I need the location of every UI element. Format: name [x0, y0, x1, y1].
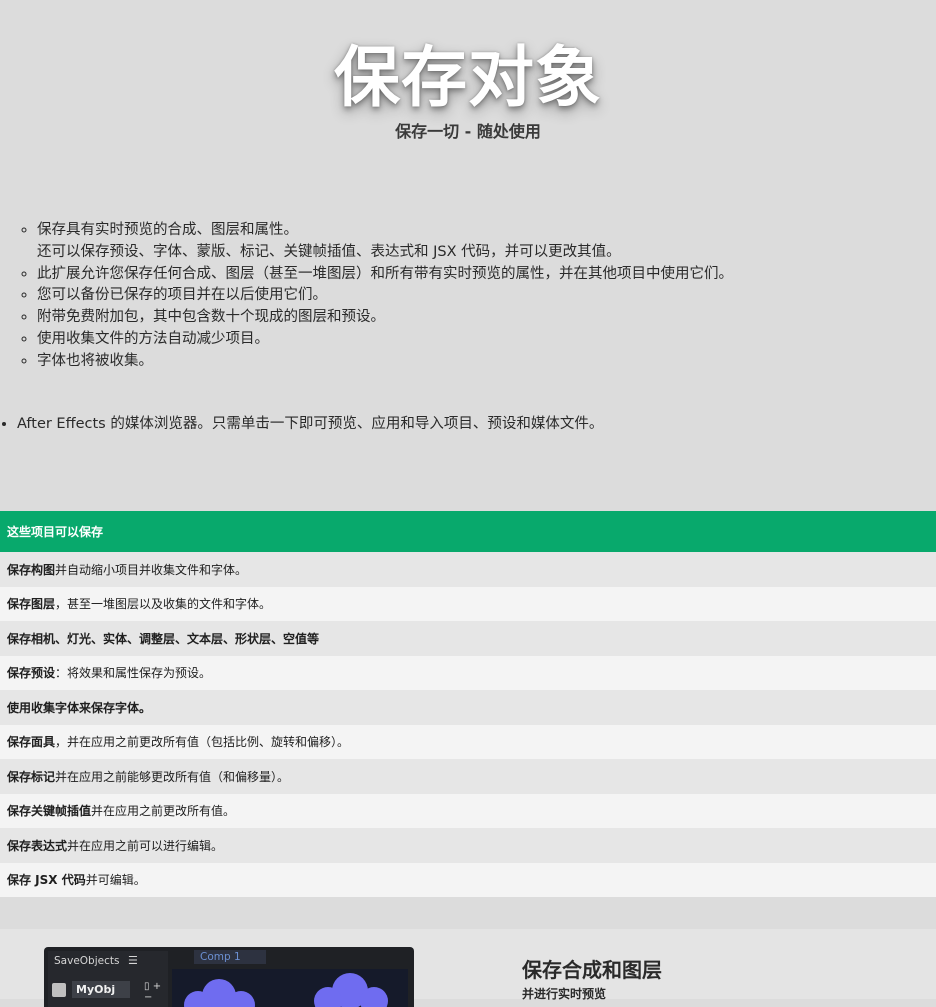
row-text: 并在应用之前能够更改所有值（和偏移量）。 [55, 769, 290, 784]
row-label: 使用收集字体来保存字体。 [7, 700, 152, 715]
row-text: 并在应用之前更改所有值。 [91, 804, 236, 819]
list-item-text: 保存具有实时预览的合成、图层和属性。 [37, 222, 298, 238]
saveobjects-panel-screenshot: SaveObjects ☰ MyObj ▯ + − Comp 1 [44, 947, 414, 1007]
row-text: 并自动缩小项目并收集文件和字体。 [55, 562, 248, 577]
savable-items-table: 这些项目可以保存 保存构图 并自动缩小项目并收集文件和字体。 保存图层 ，甚至一堆… [0, 511, 936, 897]
list-item-text: 使用收集文件的方法自动减少项目。 [37, 330, 269, 347]
table-row: 保存预设 ：将效果和属性保存为预设。 [0, 655, 936, 690]
list-item-text: 您可以备份已保存的项目并在以后使用它们。 [37, 287, 327, 304]
cloud-shape [360, 987, 388, 1007]
row-label: 保存标记 [7, 769, 56, 784]
comp-tab[interactable]: Comp 1 [194, 950, 266, 964]
table-row: 保存标记 并在应用之前能够更改所有值（和偏移量）。 [0, 759, 936, 794]
row-label: 保存表达式 [7, 838, 68, 853]
promo-title: 保存合成和图层 [522, 958, 662, 982]
plus-icon[interactable]: + [153, 981, 161, 992]
cloud-shape [227, 991, 255, 1007]
list-item: 字体也将被收集。 [37, 351, 733, 373]
row-text: ，甚至一堆图层以及收集的文件和字体。 [55, 597, 272, 612]
table-row: 保存相机、灯光、实体、调整层、文本层、形状层、空值等 [0, 621, 936, 656]
object-row: MyObj [52, 981, 130, 998]
list-item: 此扩展允许您保存任何合成、图层（甚至一堆图层）和所有带有实时预览的属性，并在其他… [37, 264, 733, 286]
table-header: 这些项目可以保存 [0, 511, 936, 552]
row-label: 保存相机、灯光、实体、调整层、文本层、形状层、空值等 [7, 631, 320, 646]
panel-controls: ▯ + − [144, 981, 168, 1003]
menu-icon[interactable]: ☰ [128, 954, 138, 967]
table-body: 保存构图 并自动缩小项目并收集文件和字体。 保存图层 ，甚至一堆图层以及收集的文件… [0, 552, 936, 897]
row-text: 并在应用之前可以进行编辑。 [67, 838, 224, 853]
minus-icon[interactable]: − [144, 992, 152, 1003]
row-label: 保存预设 [7, 666, 56, 681]
list-item: After Effects 的媒体浏览器。只需单击一下即可预览、应用和导入项目、… [17, 414, 603, 435]
panel-title: SaveObjects [54, 955, 120, 967]
table-row: 保存表达式 并在应用之前可以进行编辑。 [0, 828, 936, 863]
hero-subtitle: 保存一切 - 随处使用 [395, 122, 541, 141]
list-item-text: 此扩展允许您保存任何合成、图层（甚至一堆图层）和所有带有实时预览的属性，并在其他… [37, 265, 733, 282]
table-row: 使用收集字体来保存字体。 [0, 690, 936, 725]
row-label: 保存图层 [7, 597, 56, 612]
row-text: ：将效果和属性保存为预设。 [55, 666, 212, 681]
cloud-shape [314, 987, 342, 1007]
feature-showcase: SaveObjects ☰ MyObj ▯ + − Comp 1 保存合成和图层… [0, 929, 936, 1007]
table-row: 保存构图 并自动缩小项目并收集文件和字体。 [0, 552, 936, 587]
row-label: 保存关键帧插值 [7, 804, 92, 819]
list-item: 您可以备份已保存的项目并在以后使用它们。 [37, 285, 733, 307]
promo-text: 保存合成和图层 并进行实时预览 [522, 954, 662, 1002]
save-icon[interactable] [52, 982, 66, 997]
object-name-field[interactable]: MyObj [72, 981, 130, 998]
promo-subtitle: 并进行实时预览 [522, 987, 607, 1001]
list-item: 保存具有实时预览的合成、图层和属性。 还可以保存预设、字体、蒙版、标记、关键帧插… [37, 220, 733, 264]
lock-icon[interactable]: ▯ [144, 981, 150, 992]
comp-viewer [172, 969, 408, 1007]
row-text: ，并在应用之前更改所有值（包括比例、旋转和偏移）。 [55, 735, 350, 750]
list-item: 使用收集文件的方法自动减少项目。 [37, 329, 733, 351]
list-item-text-continued: 还可以保存预设、字体、蒙版、标记、关键帧插值、表达式和 JSX 代码，并可以更改… [37, 243, 621, 260]
row-text: 并可编辑。 [85, 873, 146, 888]
table-row: 保存关键帧插值 并在应用之前更改所有值。 [0, 793, 936, 828]
row-label: 保存面具 [7, 735, 56, 750]
feature-main-list: After Effects 的媒体浏览器。只需单击一下即可预览、应用和导入项目、… [0, 414, 603, 435]
row-label: 保存构图 [7, 562, 56, 577]
table-row: 保存图层 ，甚至一堆图层以及收集的文件和字体。 [0, 586, 936, 621]
list-item-text: 字体也将被收集。 [37, 352, 153, 369]
table-row: 保存面具 ，并在应用之前更改所有值（包括比例、旋转和偏移）。 [0, 724, 936, 759]
list-item-text: 附带免费附加包，其中包含数十个现成的图层和预设。 [37, 309, 385, 326]
hero: 保存对象 保存一切 - 随处使用 [0, 36, 936, 142]
list-item: 附带免费附加包，其中包含数十个现成的图层和预设。 [37, 307, 733, 329]
hero-title: 保存对象 [334, 39, 602, 116]
feature-sub-list: 保存具有实时预览的合成、图层和属性。 还可以保存预设、字体、蒙版、标记、关键帧插… [17, 220, 733, 373]
row-label: 保存 JSX 代码 [7, 873, 86, 888]
table-row: 保存 JSX 代码 并可编辑。 [0, 862, 936, 897]
